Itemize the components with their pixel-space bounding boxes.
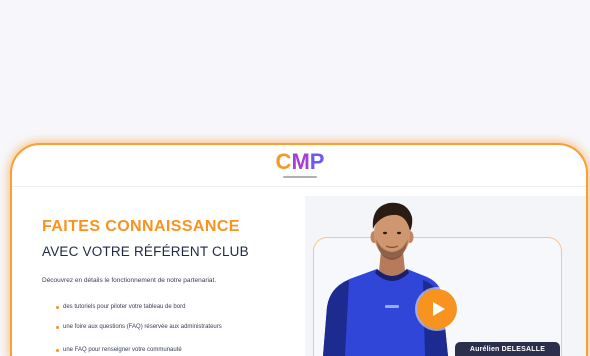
play-icon — [432, 302, 445, 316]
page: CMP FAITES CONNAISSANCE AVEC VOTRE RÉFÉR… — [0, 0, 590, 356]
bullet-text: une foire aux questions (FAQ) réservée a… — [63, 324, 222, 330]
intro-text: Découvrez en détails le fonctionnement d… — [42, 277, 217, 284]
logo-wordmark: CMP — [276, 149, 325, 174]
presenter-photo — [323, 202, 448, 356]
bullet-text: une FAQ pour renseigner votre communauté — [63, 347, 182, 353]
bullet-item: une foire aux questions (FAQ) réservée a… — [56, 323, 222, 331]
bullet-item: des tutoriels pour piloter votre tableau… — [56, 303, 185, 311]
bullet-text: des tutoriels pour piloter votre tableau… — [63, 304, 186, 310]
bullet-item: une FAQ pour renseigner votre communauté — [56, 346, 182, 354]
partner-card: CMP FAITES CONNAISSANCE AVEC VOTRE RÉFÉR… — [10, 143, 588, 356]
play-button[interactable] — [417, 289, 457, 329]
logo-letter-c: C — [276, 149, 292, 174]
bullet-dot — [56, 348, 59, 352]
logo-letter-m: M — [291, 149, 309, 174]
heading-line-2: AVEC VOTRE RÉFÉRENT CLUB — [42, 244, 249, 259]
bullet-dot — [56, 305, 59, 309]
presenter-name: Aurélien DELESALLE — [469, 345, 546, 353]
cmp-logo[interactable]: CMP — [274, 147, 326, 183]
bullet-dot — [56, 325, 59, 329]
header-divider — [12, 186, 586, 187]
heading-line-1: FAITES CONNAISSANCE — [42, 218, 240, 235]
presenter-name-badge: Aurélien DELESALLE — [455, 342, 560, 356]
logo-tagline-graphic — [283, 176, 317, 178]
logo-letter-p: P — [310, 149, 325, 174]
